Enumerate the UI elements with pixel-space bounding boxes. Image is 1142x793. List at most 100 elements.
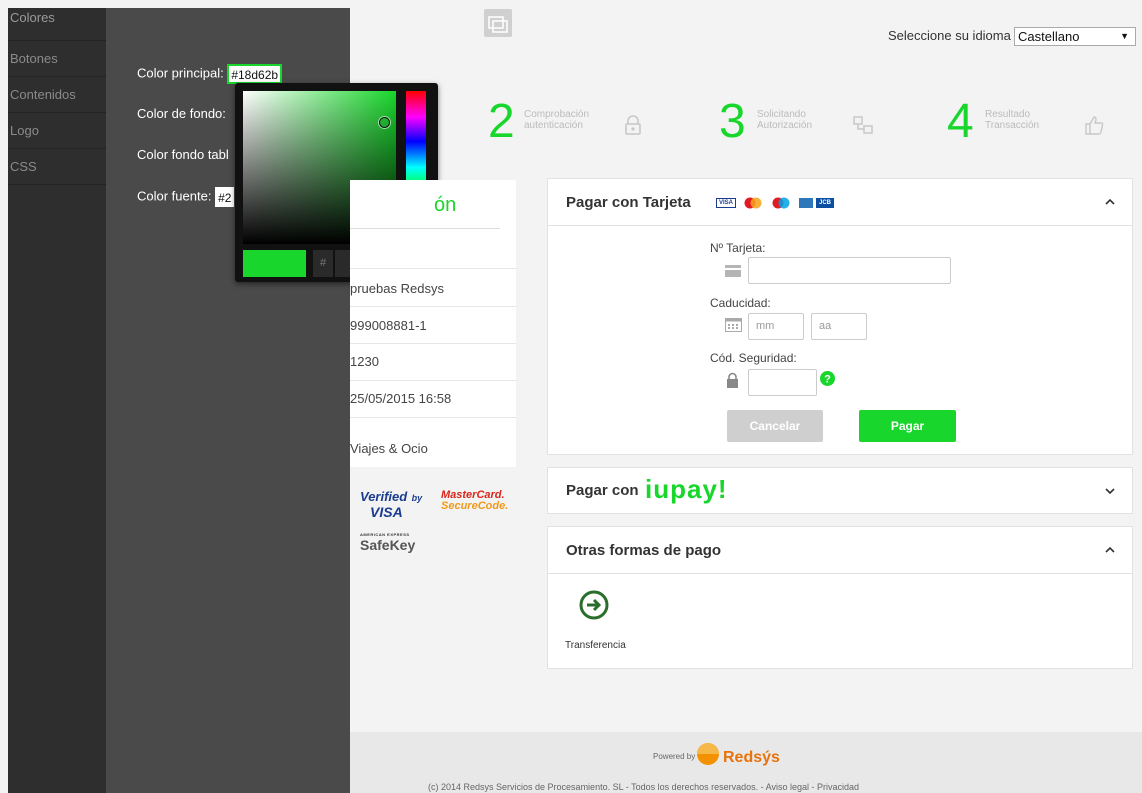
merchant-info-card: ón pruebas Redsys 999008881-1 1230 25/05… xyxy=(350,180,516,467)
card-number-label: Nº Tarjeta: xyxy=(710,241,766,255)
step-4-line2: Transacción xyxy=(985,120,1040,131)
verified-by-text: by xyxy=(411,493,423,503)
saturation-cursor[interactable] xyxy=(379,117,390,128)
card-payment-panel: Pagar con Tarjeta VISA JCB Nº Tarjeta: C… xyxy=(547,178,1133,455)
divider xyxy=(350,306,516,307)
step-2-line1: Comprobación xyxy=(524,109,590,120)
window-icon xyxy=(484,9,512,37)
credit-card-icon xyxy=(725,265,741,277)
nav-item-css[interactable]: CSS xyxy=(8,149,106,185)
page: Colores Botones Contenidos Logo CSS Colo… xyxy=(0,0,1142,793)
hex-prefix: # xyxy=(313,250,333,277)
visa-icon: VISA xyxy=(716,198,736,208)
padlock-icon xyxy=(727,372,738,388)
divider xyxy=(350,343,516,344)
nav-item-contenidos[interactable]: Contenidos xyxy=(8,77,106,113)
font-color-label: Color fuente: xyxy=(137,188,212,204)
language-select[interactable]: Castellano ▼ xyxy=(1014,27,1136,46)
expiry-label: Caducidad: xyxy=(710,296,771,310)
info-date: 25/05/2015 16:58 xyxy=(350,391,452,406)
verified-text: Verified xyxy=(360,489,408,504)
step-3-number: 3 xyxy=(719,95,746,148)
step-2-line2: autenticación xyxy=(524,120,583,131)
expiry-year-input[interactable]: aa xyxy=(811,313,867,340)
primary-color-label: Color principal: xyxy=(137,65,224,81)
chevron-up-icon[interactable] xyxy=(1104,544,1116,556)
primary-color-setting: Color principal: #18d62b xyxy=(137,64,283,84)
lock-icon xyxy=(625,115,641,135)
securecode-text: SecureCode. xyxy=(441,500,509,512)
chevron-down-icon: ▼ xyxy=(1120,31,1129,41)
card-number-input[interactable] xyxy=(748,257,951,284)
step-2-number: 2 xyxy=(488,95,515,148)
cancel-button[interactable]: Cancelar xyxy=(727,410,823,442)
other-payments-header[interactable]: Otras formas de pago xyxy=(548,527,1132,574)
table-bg-color-label: Color fondo tabl xyxy=(137,147,229,162)
cvv-label: Cód. Seguridad: xyxy=(710,351,797,365)
mastercard-securecode-logo: MasterCard. SecureCode. xyxy=(441,490,508,512)
sidebar-nav: Colores Botones Contenidos Logo CSS xyxy=(8,8,106,793)
chevron-down-icon[interactable] xyxy=(1104,485,1116,497)
divider xyxy=(350,268,516,269)
nav-item-colores[interactable]: Colores xyxy=(8,8,106,41)
primary-color-input[interactable]: #18d62b xyxy=(227,64,283,84)
info-terminal: 999008881-1 xyxy=(350,318,427,333)
iupay-logo: iupay! xyxy=(645,474,728,504)
nav-item-logo[interactable]: Logo xyxy=(8,113,106,149)
amex-icon xyxy=(799,198,813,208)
copyright-text: (c) 2014 Redsys Servicios de Procesamien… xyxy=(428,782,860,792)
step-4-number: 4 xyxy=(947,95,974,148)
step-3-line1: Solicitando xyxy=(757,109,806,120)
pay-button[interactable]: Pagar xyxy=(859,410,956,442)
verified-by-visa-logo: Verified by VISA xyxy=(360,488,423,520)
info-order: 1230 xyxy=(350,354,379,369)
info-merchant: pruebas Redsys xyxy=(350,281,444,296)
calendar-icon xyxy=(725,318,742,332)
card-payment-header[interactable]: Pagar con Tarjeta VISA JCB xyxy=(548,179,1132,226)
nav-item-botones[interactable]: Botones xyxy=(8,41,106,77)
divider xyxy=(350,380,516,381)
card-payment-title: Pagar con Tarjeta xyxy=(566,194,691,211)
iupay-panel: Pagar con iupay! xyxy=(547,467,1133,514)
step-2-text: Comprobación autenticación xyxy=(524,109,589,131)
step-4-line1: Resultado xyxy=(985,109,1031,120)
info-title: ón xyxy=(434,194,457,216)
background-color-setting: Color de fondo: xyxy=(137,106,226,121)
amex-safekey-logo: AMERICAN EXPRESS SafeKey xyxy=(360,532,415,553)
transfer-label[interactable]: Transferencia xyxy=(565,640,626,651)
info-title-underline xyxy=(350,228,500,229)
background-color-label: Color de fondo: xyxy=(137,106,226,121)
powered-by-text: Powered by xyxy=(653,752,696,761)
expiry-month-input[interactable]: mm xyxy=(748,313,804,340)
redsys-logo-text: Redsýs xyxy=(723,749,780,766)
step-3-line2: Autorización xyxy=(757,120,813,131)
font-color-setting: Color fuente: #2 xyxy=(137,187,235,207)
other-payments-panel: Otras formas de pago Transferencia xyxy=(547,526,1133,669)
safekey-text: SafeKey xyxy=(360,537,416,553)
step-4-text: Resultado Transacción xyxy=(985,109,1039,131)
iupay-header[interactable]: Pagar con iupay! xyxy=(548,468,1132,515)
visa-text: VISA xyxy=(370,504,403,520)
network-icon xyxy=(853,116,873,134)
maestro-icon xyxy=(772,197,790,209)
table-bg-color-setting: Color fondo tabl xyxy=(137,147,229,162)
font-color-input[interactable]: #2 xyxy=(215,187,235,207)
cvv-input[interactable] xyxy=(748,369,817,396)
transfer-arrow-icon[interactable] xyxy=(579,590,609,620)
info-category: Viajes & Ocio xyxy=(350,441,428,456)
language-value: Castellano xyxy=(1018,29,1080,44)
divider xyxy=(350,417,516,418)
chevron-up-icon[interactable] xyxy=(1104,196,1116,208)
iupay-title: Pagar con xyxy=(566,482,639,499)
selected-color-preview xyxy=(243,250,306,277)
mastercard-icon xyxy=(744,197,762,209)
other-payments-title: Otras formas de pago xyxy=(566,542,722,559)
redsys-logo-icon xyxy=(697,743,719,765)
thumbs-up-icon xyxy=(1085,116,1104,135)
language-label: Seleccione su idioma xyxy=(888,28,1011,43)
jcb-icon: JCB xyxy=(816,198,834,208)
step-3-text: Solicitando Autorización xyxy=(757,109,812,131)
svg-text:?: ? xyxy=(824,374,831,386)
footer: Powered by Redsýs (c) 2014 Redsys Servic… xyxy=(350,732,1142,793)
help-icon[interactable]: ? xyxy=(820,371,835,386)
